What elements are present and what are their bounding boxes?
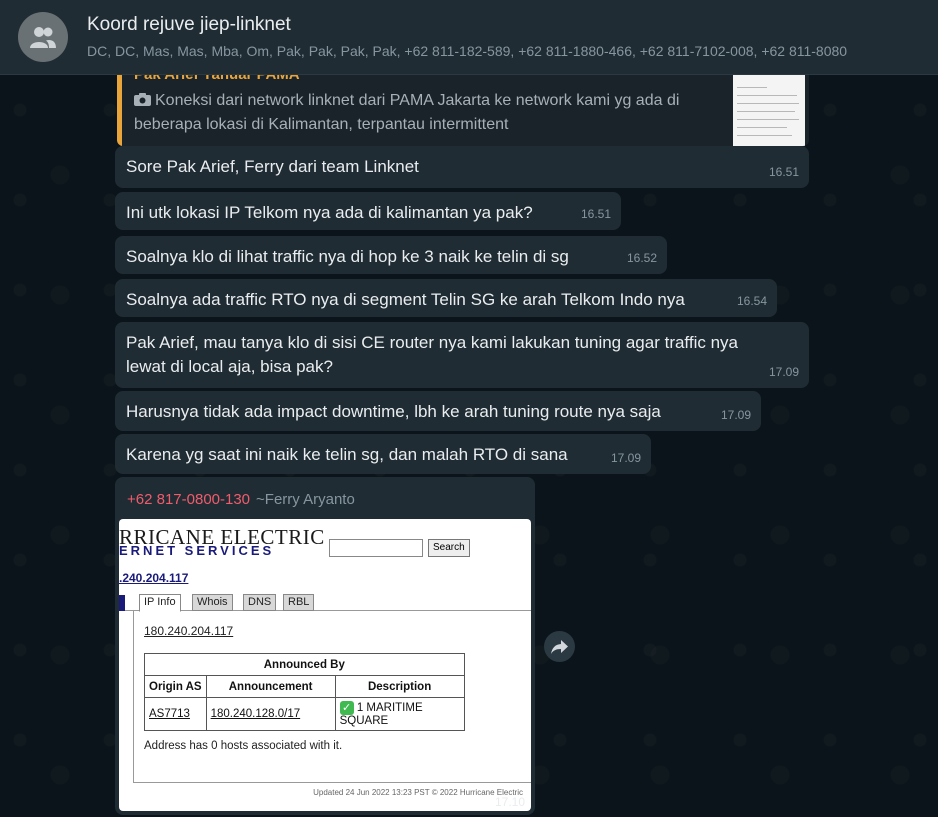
message-time: 17.10: [494, 795, 525, 809]
image-message-bubble[interactable]: +62 817-0800-130 ~Ferry Aryanto RRICANE E…: [115, 477, 535, 815]
message-text: Soalnya klo di lihat traffic nya di hop …: [126, 247, 569, 266]
he-table-title: Announced By: [144, 653, 465, 676]
message-time: 17.09: [720, 408, 751, 422]
he-col-header: Origin AS: [144, 675, 207, 698]
message-time: 17.09: [768, 365, 799, 379]
message-text: Ini utk lokasi IP Telkom nya ada di kali…: [126, 203, 533, 222]
check-icon: ✓: [339, 701, 354, 715]
he-logo-line2: ERNET SERVICES: [119, 543, 275, 558]
message-time: 16.54: [736, 294, 767, 308]
he-announced-table: Announced By Origin AS Announcement Desc…: [144, 653, 465, 731]
quoted-message[interactable]: Pak Arief Yanuar PAMA Koneksi dari netwo…: [117, 64, 809, 146]
camera-icon: [134, 93, 151, 106]
quoted-text: Koneksi dari network linknet dari PAMA J…: [134, 89, 714, 137]
sender-number[interactable]: +62 817-0800-130: [127, 491, 250, 508]
he-search-button: Search: [428, 539, 470, 557]
he-ip-heading: .240.204.117: [119, 571, 189, 585]
chat-title[interactable]: Koord rejuve jiep-linknet: [87, 14, 291, 36]
message-text: Karena yg saat ini naik ke telin sg, dan…: [126, 445, 568, 464]
quoted-text-content: Koneksi dari network linknet dari PAMA J…: [134, 92, 680, 133]
message-bubble[interactable]: Karena yg saat ini naik ke telin sg, dan…: [115, 434, 651, 474]
he-cell-description: ✓ 1 MARITIME SQUARE: [334, 697, 465, 731]
he-tab: Whois: [192, 594, 233, 611]
forward-button[interactable]: [544, 631, 575, 662]
message-text: Sore Pak Arief, Ferry dari team Linknet: [126, 157, 419, 176]
message-time: 16.51: [768, 165, 799, 179]
forward-icon: [551, 640, 568, 654]
he-address-note: Address has 0 hosts associated with it.: [144, 740, 343, 752]
message-time: 17.09: [610, 451, 641, 465]
attached-screenshot[interactable]: RRICANE ELECTRIC ERNET SERVICES Search .…: [119, 519, 531, 811]
he-footer: Updated 24 Jun 2022 13:23 PST © 2022 Hur…: [313, 788, 523, 797]
he-col-header: Announcement: [205, 675, 336, 698]
chat-header[interactable]: Koord rejuve jiep-linknet DC, DC, Mas, M…: [0, 0, 938, 75]
he-tab: DNS: [243, 594, 277, 611]
he-cell-origin: AS7713: [144, 697, 207, 731]
message-text: Soalnya ada traffic RTO nya di segment T…: [126, 290, 685, 309]
quote-accent-bar: [117, 64, 122, 146]
group-icon: [30, 27, 56, 48]
message-bubble[interactable]: Sore Pak Arief, Ferry dari team Linknet …: [115, 146, 809, 188]
he-cell-announcement: 180.240.128.0/17: [205, 697, 336, 731]
he-tab: RBL: [283, 594, 315, 611]
group-avatar[interactable]: [18, 12, 68, 62]
he-search-input: [329, 539, 423, 557]
message-bubble[interactable]: Harusnya tidak ada impact downtime, lbh …: [115, 391, 761, 431]
message-text: Pak Arief, mau tanya klo di sisi CE rout…: [126, 333, 738, 376]
message-bubble[interactable]: Soalnya klo di lihat traffic nya di hop …: [115, 236, 667, 274]
he-announcement: 180.240.128.0/17: [210, 708, 301, 720]
message-bubble[interactable]: Pak Arief, mau tanya klo di sisi CE rout…: [115, 322, 809, 388]
image-message-sender[interactable]: +62 817-0800-130 ~Ferry Aryanto: [127, 491, 355, 508]
message-time: 16.51: [580, 207, 611, 221]
he-origin-as: AS7713: [149, 708, 190, 720]
message-text: Harusnya tidak ada impact downtime, lbh …: [126, 402, 661, 421]
message-time: 16.52: [626, 251, 657, 265]
he-col-header: Description: [334, 675, 465, 698]
sender-alias: ~Ferry Aryanto: [256, 491, 355, 508]
he-ip-link: 180.240.204.117: [144, 624, 234, 638]
member-list: DC, DC, Mas, Mas, Mba, Om, Pak, Pak, Pak…: [87, 43, 848, 59]
message-bubble[interactable]: Soalnya ada traffic RTO nya di segment T…: [115, 279, 777, 317]
he-nav-marker: [119, 595, 125, 611]
message-bubble[interactable]: Ini utk lokasi IP Telkom nya ada di kali…: [115, 192, 621, 230]
quoted-image-thumbnail: [733, 75, 805, 146]
